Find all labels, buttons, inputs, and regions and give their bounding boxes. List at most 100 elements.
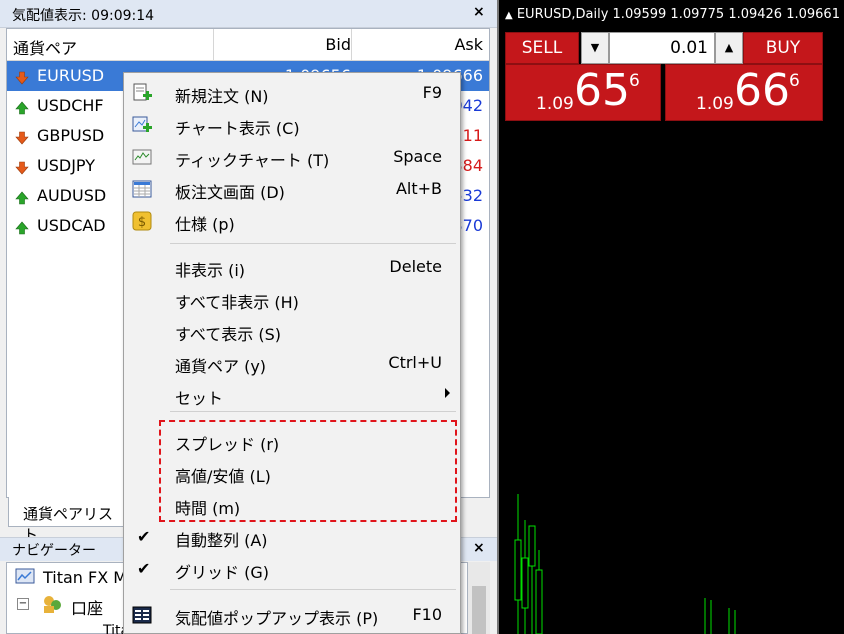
sell-price-pipette: 6 bbox=[629, 71, 640, 91]
menu-item-label: 新規注文 (N) bbox=[175, 87, 269, 106]
buy-price-prefix: 1.09 bbox=[696, 94, 734, 114]
market-watch-titlebar[interactable]: 気配値表示: 09:09:14 × bbox=[0, 0, 497, 28]
market-watch-close-icon[interactable]: × bbox=[473, 4, 485, 20]
menu-item-label: ティックチャート (T) bbox=[175, 151, 330, 170]
arrow-down-icon bbox=[15, 130, 29, 145]
highlight-annotation-box bbox=[159, 420, 457, 522]
candle-body bbox=[514, 539, 522, 601]
menu-item-specification[interactable]: $ 仕様 (p) bbox=[124, 205, 460, 235]
market-watch-title: 気配値表示: 09:09:14 bbox=[12, 8, 155, 24]
menu-item-label: セット bbox=[175, 389, 224, 408]
buy-price-button[interactable]: 1.09 66 6 bbox=[665, 64, 823, 121]
menu-item-shortcut: Delete bbox=[389, 257, 442, 276]
menu-item-grid[interactable]: ✔ グリッド (G) bbox=[124, 553, 460, 583]
context-menu: 新規注文 (N) F9 チャート表示 (C) ティックチャート (T) Space 板注文… bbox=[123, 72, 461, 634]
new-order-icon bbox=[131, 82, 153, 104]
sell-price-button[interactable]: 1.09 65 6 bbox=[505, 64, 661, 121]
svg-text:$: $ bbox=[138, 215, 146, 230]
checkmark-icon: ✔ bbox=[137, 559, 151, 578]
menu-separator bbox=[170, 589, 456, 590]
menu-item-show-all[interactable]: すべて表示 (S) bbox=[124, 315, 460, 345]
buy-price-big: 66 bbox=[734, 65, 790, 116]
menu-item-chart-window[interactable]: チャート表示 (C) bbox=[124, 109, 460, 139]
menu-item-new-order[interactable]: 新規注文 (N) F9 bbox=[124, 77, 460, 107]
symbol-cell: AUDUSD bbox=[37, 186, 107, 205]
menu-item-label: チャート表示 (C) bbox=[175, 119, 300, 138]
symbol-cell: USDCHF bbox=[37, 96, 104, 115]
symbol-cell: USDCAD bbox=[37, 216, 106, 235]
lot-size-input[interactable]: 0.01 bbox=[609, 32, 715, 64]
menu-item-sets[interactable]: セット bbox=[124, 379, 460, 409]
menu-item-shortcut: Ctrl+U bbox=[388, 353, 442, 372]
terminal-icon bbox=[15, 568, 35, 586]
menu-item-hide-all[interactable]: すべて非表示 (H) bbox=[124, 283, 460, 313]
one-click-trading-panel: SELL ▼ 0.01 ▲ BUY 1.09 65 6 1.09 66 6 bbox=[505, 32, 823, 122]
menu-item-label: すべて非表示 (H) bbox=[175, 293, 299, 312]
chart-window-icon bbox=[131, 114, 153, 136]
candle-body bbox=[521, 557, 529, 609]
submenu-arrow-icon bbox=[445, 388, 450, 398]
symbol-cell: USDJPY bbox=[37, 156, 95, 175]
scrollbar-thumb[interactable] bbox=[472, 586, 486, 634]
menu-item-auto-arrange[interactable]: ✔ 自動整列 (A) bbox=[124, 521, 460, 551]
chart-title: ▲ EURUSD,Daily 1.09599 1.09775 1.09426 1… bbox=[505, 7, 840, 22]
checkmark-icon: ✔ bbox=[137, 527, 151, 546]
menu-item-label: 通貨ペア (y) bbox=[175, 357, 267, 376]
menu-item-symbols[interactable]: 通貨ペア (y) Ctrl+U bbox=[124, 347, 460, 377]
chart-title-text: EURUSD,Daily 1.09599 1.09775 1.09426 1.0… bbox=[516, 7, 840, 22]
menu-item-label: 自動整列 (A) bbox=[175, 531, 268, 550]
tree-expand-icon[interactable]: − bbox=[17, 598, 29, 610]
menu-item-popup-prices[interactable]: 気配値ポップアップ表示 (P) F10 bbox=[124, 599, 460, 629]
navigator-close-icon[interactable]: × bbox=[473, 540, 485, 556]
chart-window[interactable]: ▲ EURUSD,Daily 1.09599 1.09775 1.09426 1… bbox=[497, 0, 844, 634]
menu-item-depth-of-market[interactable]: 板注文画面 (D) Alt+B bbox=[124, 173, 460, 203]
arrow-up-icon bbox=[15, 220, 29, 235]
sell-price-big: 65 bbox=[574, 65, 630, 116]
tick-chart-icon bbox=[131, 146, 153, 168]
symbol-cell: GBPUSD bbox=[37, 126, 105, 145]
popup-prices-icon bbox=[131, 604, 153, 626]
navigator-item-accounts[interactable]: 口座 bbox=[71, 595, 103, 619]
navigator-item-broker[interactable]: Titan FX M bbox=[43, 568, 127, 587]
menu-item-label: 板注文画面 (D) bbox=[175, 183, 285, 202]
terminal-window: 気配値表示: 09:09:14 × 通貨ペア Bid Ask EURUSD 1.0… bbox=[0, 0, 844, 634]
symbol-cell: EURUSD bbox=[37, 66, 105, 85]
buy-button[interactable]: BUY bbox=[743, 32, 823, 64]
candle-body bbox=[528, 525, 536, 567]
menu-item-label: 仕様 (p) bbox=[175, 215, 235, 234]
menu-item-shortcut: F9 bbox=[422, 83, 442, 102]
tab-symbols-list[interactable]: 通貨ペアリスト bbox=[8, 497, 126, 544]
column-header-ask[interactable]: Ask bbox=[351, 35, 483, 54]
menu-item-label: 気配値ポップアップ表示 (P) bbox=[175, 609, 379, 628]
menu-item-label: すべて表示 (S) bbox=[175, 325, 281, 344]
arrow-up-icon bbox=[15, 100, 29, 115]
lot-decrease-icon[interactable]: ▼ bbox=[581, 32, 609, 64]
sell-price-prefix: 1.09 bbox=[536, 94, 574, 114]
accounts-icon bbox=[41, 594, 63, 614]
menu-item-hide[interactable]: 非表示 (i) Delete bbox=[124, 251, 460, 281]
column-header-symbol[interactable]: 通貨ペア bbox=[13, 35, 77, 59]
table-header: 通貨ペア Bid Ask bbox=[7, 29, 489, 61]
candle-body bbox=[535, 569, 543, 634]
arrow-up-icon bbox=[15, 190, 29, 205]
candlestick-area bbox=[514, 494, 736, 634]
menu-item-label: グリッド (G) bbox=[175, 563, 269, 582]
menu-item-label: 非表示 (i) bbox=[175, 261, 246, 280]
arrow-down-icon bbox=[15, 70, 29, 85]
chart-title-arrow-icon: ▲ bbox=[505, 10, 513, 21]
lot-increase-icon[interactable]: ▲ bbox=[715, 32, 743, 64]
menu-item-shortcut: F10 bbox=[412, 605, 442, 624]
sell-button[interactable]: SELL bbox=[505, 32, 579, 64]
navigator-scrollbar[interactable] bbox=[468, 562, 490, 634]
menu-item-shortcut: Space bbox=[393, 147, 442, 166]
menu-item-shortcut: Alt+B bbox=[395, 179, 442, 198]
column-header-bid[interactable]: Bid bbox=[213, 35, 351, 54]
arrow-down-icon bbox=[15, 160, 29, 175]
depth-of-market-icon bbox=[131, 178, 153, 200]
navigator-title: ナビゲーター bbox=[12, 543, 96, 559]
menu-separator bbox=[170, 243, 456, 244]
buy-price-pipette: 6 bbox=[789, 71, 800, 91]
menu-separator bbox=[170, 411, 456, 412]
menu-item-tick-chart[interactable]: ティックチャート (T) Space bbox=[124, 141, 460, 171]
specification-icon: $ bbox=[131, 210, 153, 232]
